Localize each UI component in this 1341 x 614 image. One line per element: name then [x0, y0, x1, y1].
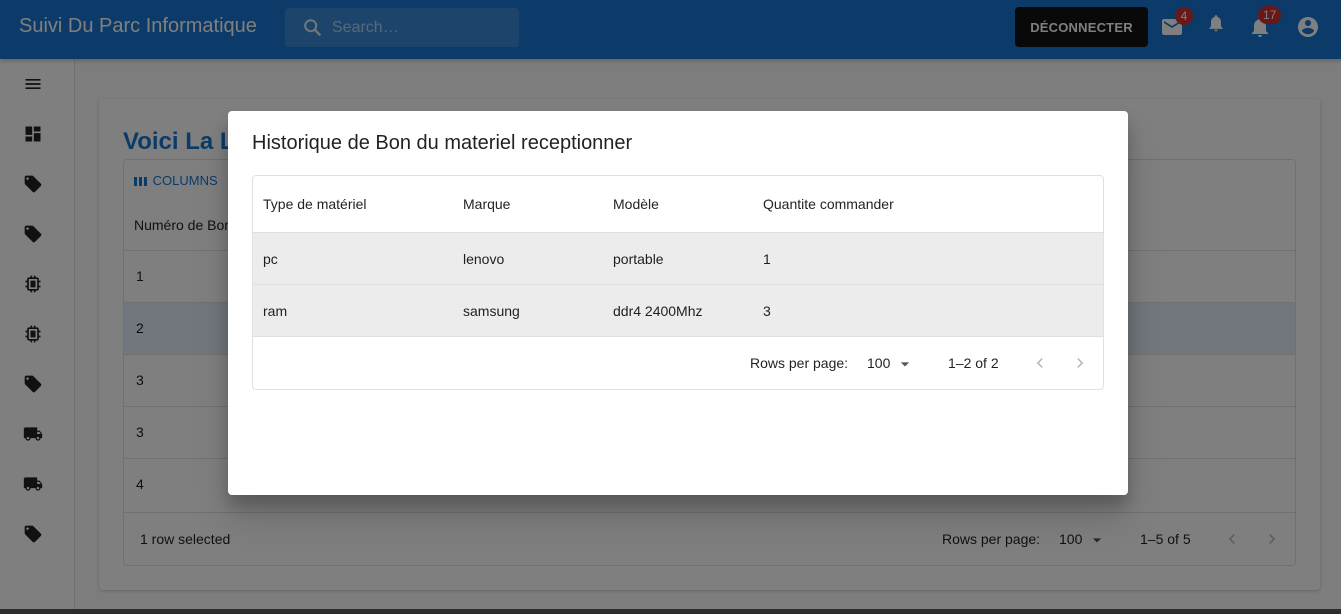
column-header-type[interactable]: Type de matériel [263, 176, 367, 232]
cell-marque: lenovo [463, 250, 505, 267]
column-header-quantite[interactable]: Quantite commander [763, 176, 894, 232]
cell-type: ram [263, 302, 288, 319]
column-header-modele[interactable]: Modèle [613, 176, 659, 232]
dialog-grid: Type de matériel Marque Modèle Quantite … [252, 175, 1104, 390]
history-dialog: Historique de Bon du materiel receptionn… [228, 111, 1128, 495]
cell-modele: ddr4 2400Mhz [613, 302, 703, 319]
cell-quantite: 3 [763, 302, 771, 319]
cell-type: pc [263, 250, 278, 267]
chevron-right-icon[interactable] [1070, 353, 1090, 373]
table-row[interactable]: pc lenovo portable 1 [253, 232, 1103, 284]
dialog-title: Historique de Bon du materiel receptionn… [252, 132, 633, 154]
cell-modele: portable [613, 250, 664, 267]
rows-per-page-label: Rows per page: [750, 355, 849, 371]
dialog-grid-header: Type de matériel Marque Modèle Quantite … [253, 176, 1103, 232]
rows-per-page-select[interactable]: 100 [867, 355, 890, 371]
dropdown-arrow-icon[interactable] [895, 354, 915, 374]
column-header-marque[interactable]: Marque [463, 176, 510, 232]
table-row[interactable]: ram samsung ddr4 2400Mhz 3 [253, 284, 1103, 336]
pagination-info: 1–2 of 2 [948, 355, 999, 371]
dialog-grid-footer: Rows per page: 100 1–2 of 2 [253, 336, 1103, 389]
cell-marque: samsung [463, 302, 520, 319]
chevron-left-icon[interactable] [1030, 353, 1050, 373]
cell-quantite: 1 [763, 250, 771, 267]
